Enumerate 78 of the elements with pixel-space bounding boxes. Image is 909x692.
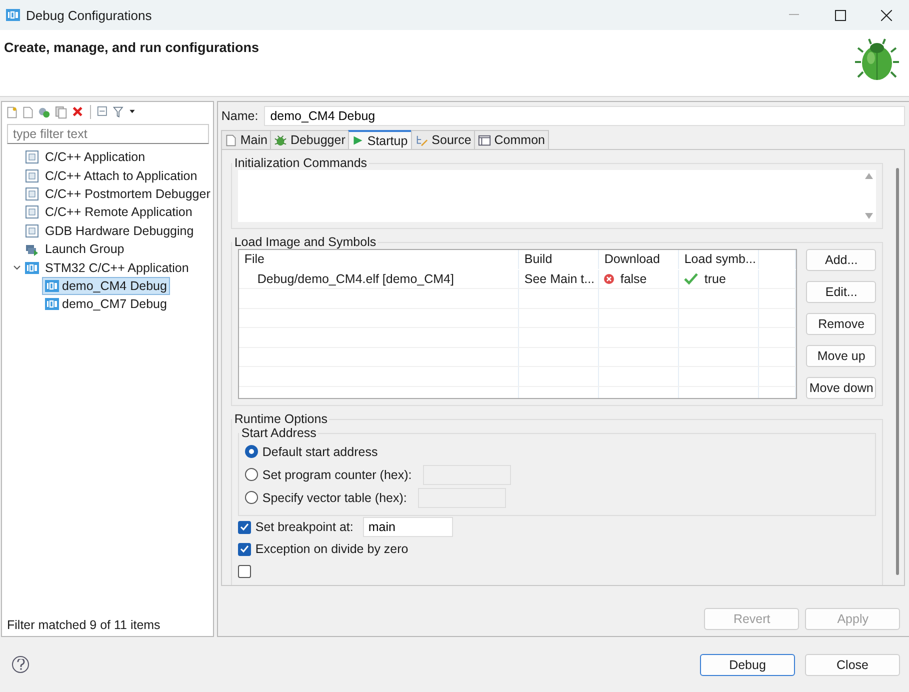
ide-icon [45, 280, 59, 292]
tab[interactable]: Debugger [270, 130, 350, 149]
group-title: Initialization Commands [233, 156, 368, 170]
radio-label: Set program counter (hex): [262, 468, 412, 482]
launch-group-icon [25, 242, 39, 256]
filter-field[interactable]: type filter text [7, 124, 210, 144]
tree-item[interactable]: C/C++ Remote Application [42, 203, 196, 222]
tab[interactable]: Startup [348, 130, 412, 149]
c-file-icon [25, 168, 39, 183]
breakpoint-field[interactable]: main [363, 517, 454, 537]
bug-icon [274, 134, 288, 146]
radio-button[interactable] [245, 468, 258, 481]
radio-label: Specify vector table (hex): [262, 490, 407, 504]
radio-button[interactable] [245, 491, 258, 504]
column-header[interactable]: File [239, 250, 520, 268]
group-title: Load Image and Symbols [233, 235, 378, 249]
tree-item[interactable]: GDB Hardware Debugging [42, 222, 197, 240]
filter-status: Filter matched 9 of 11 items [6, 618, 162, 634]
tab[interactable]: Source [410, 130, 476, 149]
c-file-icon [25, 150, 39, 164]
tree-item[interactable]: demo_CM7 Debug [42, 295, 170, 314]
name-field[interactable]: demo_CM4 Debug [264, 106, 906, 126]
collapse-icon [97, 106, 109, 118]
ide-icon [45, 298, 59, 310]
play-icon [352, 134, 364, 147]
group-title: Start Address [240, 426, 318, 440]
radio-button[interactable] [245, 445, 258, 458]
table-cell: false [620, 272, 647, 286]
window-icon [478, 134, 492, 146]
tab[interactable]: Main [221, 130, 272, 149]
dialog-button[interactable]: Debug [700, 654, 795, 676]
c-file-icon [25, 224, 39, 238]
column-header[interactable]: Build [519, 250, 600, 268]
page-icon [225, 134, 238, 146]
tree-item[interactable]: demo_CM4 Debug [42, 276, 170, 295]
checkmark-icon [684, 272, 698, 285]
tree-item[interactable]: C/C++ Application [42, 148, 148, 166]
checkbox-label: Set breakpoint at: [255, 520, 354, 534]
duplicate-icon [55, 106, 68, 118]
dialog-button[interactable]: Close [805, 654, 900, 676]
table-cell: See Main t... [519, 270, 600, 288]
checkbox[interactable] [238, 564, 252, 578]
c-file-icon [25, 205, 39, 220]
table-action-button[interactable]: Add... [806, 249, 876, 271]
tab[interactable]: Common [474, 130, 549, 149]
filter-icon [113, 106, 125, 118]
tree-item[interactable]: STM32 C/C++ Application [42, 258, 192, 277]
table-action-button[interactable]: Edit... [806, 281, 876, 303]
ide-icon [25, 262, 39, 274]
table-cell: Debug/demo_CM4.elf [demo_CM4] [239, 270, 520, 288]
checkbox[interactable] [238, 520, 252, 534]
dialog-heading: Create, manage, and run configurations [4, 40, 260, 57]
table-action-button[interactable]: Remove [806, 313, 876, 335]
checkbox[interactable] [238, 542, 252, 556]
radio-label: Default start address [262, 444, 378, 458]
error-icon [604, 274, 614, 284]
checkbox-label: Exception on divide by zero [255, 542, 408, 556]
table-cell: true [704, 272, 726, 286]
delete-icon [72, 106, 84, 118]
help-icon[interactable] [12, 656, 29, 673]
tree-item[interactable]: C/C++ Postmortem Debugger [42, 184, 214, 203]
maximize-icon [834, 10, 846, 20]
column-header[interactable]: Load symb... [679, 250, 760, 268]
name-label: Name: [221, 109, 258, 123]
c-file-icon [25, 186, 39, 201]
column-header[interactable]: Download [599, 250, 680, 268]
ide-icon [6, 9, 20, 21]
tree-item[interactable]: C/C++ Attach to Application [42, 166, 200, 185]
minimize-icon [789, 14, 799, 16]
table-action-button[interactable]: Move up [806, 345, 876, 367]
window-title: Debug Configurations [26, 8, 152, 22]
group-title: Runtime Options [233, 412, 328, 426]
scrollbar-thumb[interactable] [896, 168, 899, 575]
new-icon [6, 106, 18, 118]
table-action-button[interactable]: Move down [806, 377, 876, 399]
source-icon [414, 134, 429, 146]
close-icon [880, 10, 892, 20]
tree-item[interactable]: Launch Group [42, 240, 128, 258]
